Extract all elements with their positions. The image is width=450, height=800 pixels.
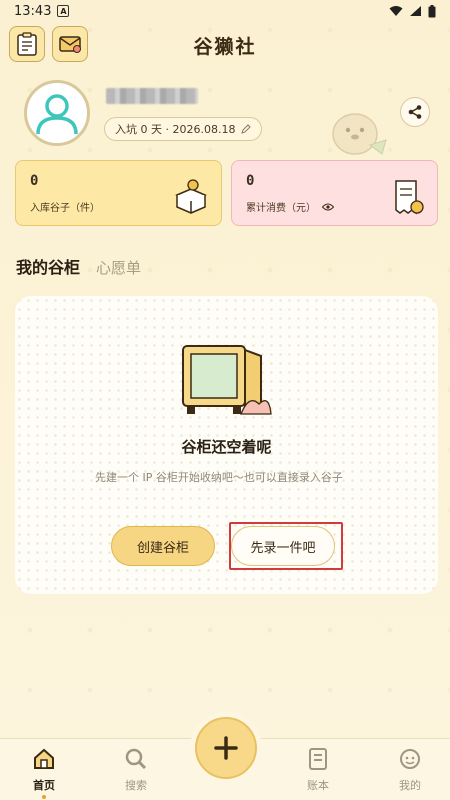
eye-icon[interactable]	[322, 203, 334, 211]
nav-ledger-label: 账本	[307, 779, 329, 792]
nav-ledger[interactable]: 账本	[288, 747, 348, 793]
join-date-label: 入坑 0 天 · 2026.08.18	[115, 123, 236, 136]
join-date-pill[interactable]: 入坑 0 天 · 2026.08.18	[104, 117, 263, 141]
wifi-icon	[389, 6, 403, 16]
cabinet-panel: 谷柜还空着呢 先建一个 IP 谷柜开始收纳吧～也可以直接录入谷子 创建谷柜 先录…	[15, 296, 438, 594]
receipt-icon	[395, 180, 424, 215]
cabinet-tabs: 我的谷柜 心愿单	[16, 254, 141, 284]
nav-search[interactable]: 搜索	[106, 747, 166, 793]
status-icons	[389, 4, 436, 18]
items-stat-card[interactable]: 0 入库谷子（件）	[15, 160, 222, 226]
signal-icon	[410, 6, 421, 16]
record-item-button[interactable]: 先录一件吧	[231, 526, 335, 566]
empty-state-title: 谷柜还空着呢	[181, 438, 272, 456]
profile-face-icon	[400, 749, 420, 769]
search-icon	[125, 748, 147, 770]
edit-pencil-icon	[241, 124, 252, 134]
create-cabinet-button[interactable]: 创建谷柜	[111, 526, 215, 566]
empty-cabinet-icon	[182, 345, 272, 415]
ledger-icon	[309, 748, 327, 770]
nav-home[interactable]: 首页	[14, 747, 74, 799]
nav-mine-label: 我的	[399, 779, 421, 792]
share-icon	[408, 105, 422, 119]
status-bar: 13:43 A	[0, 0, 450, 22]
notification-a-icon: A	[57, 5, 70, 17]
nav-mine[interactable]: 我的	[380, 747, 440, 793]
box-icon	[175, 179, 207, 214]
share-button[interactable]	[400, 97, 430, 127]
empty-state-description: 先建一个 IP 谷柜开始收纳吧～也可以直接录入谷子	[95, 471, 343, 484]
spend-stat-label: 累计消费（元）	[246, 203, 316, 214]
tab-wishlist[interactable]: 心愿单	[96, 257, 141, 278]
nav-search-label: 搜索	[125, 779, 147, 792]
status-time: 13:43	[14, 3, 52, 19]
app-title: 谷獭社	[193, 36, 257, 58]
battery-icon	[428, 4, 436, 17]
home-icon	[34, 748, 54, 769]
avatar[interactable]	[24, 80, 90, 146]
nav-home-label: 首页	[33, 779, 55, 792]
plus-icon	[214, 736, 238, 760]
add-item-fab[interactable]	[195, 717, 257, 779]
user-avatar-icon	[36, 94, 78, 135]
username-redacted	[106, 88, 198, 104]
spend-stat-card[interactable]: 0 累计消费（元）	[231, 160, 438, 226]
active-indicator-dot	[42, 795, 46, 799]
otter-mascot-illustration	[332, 113, 387, 155]
tab-my-cabinet[interactable]: 我的谷柜	[16, 254, 80, 284]
